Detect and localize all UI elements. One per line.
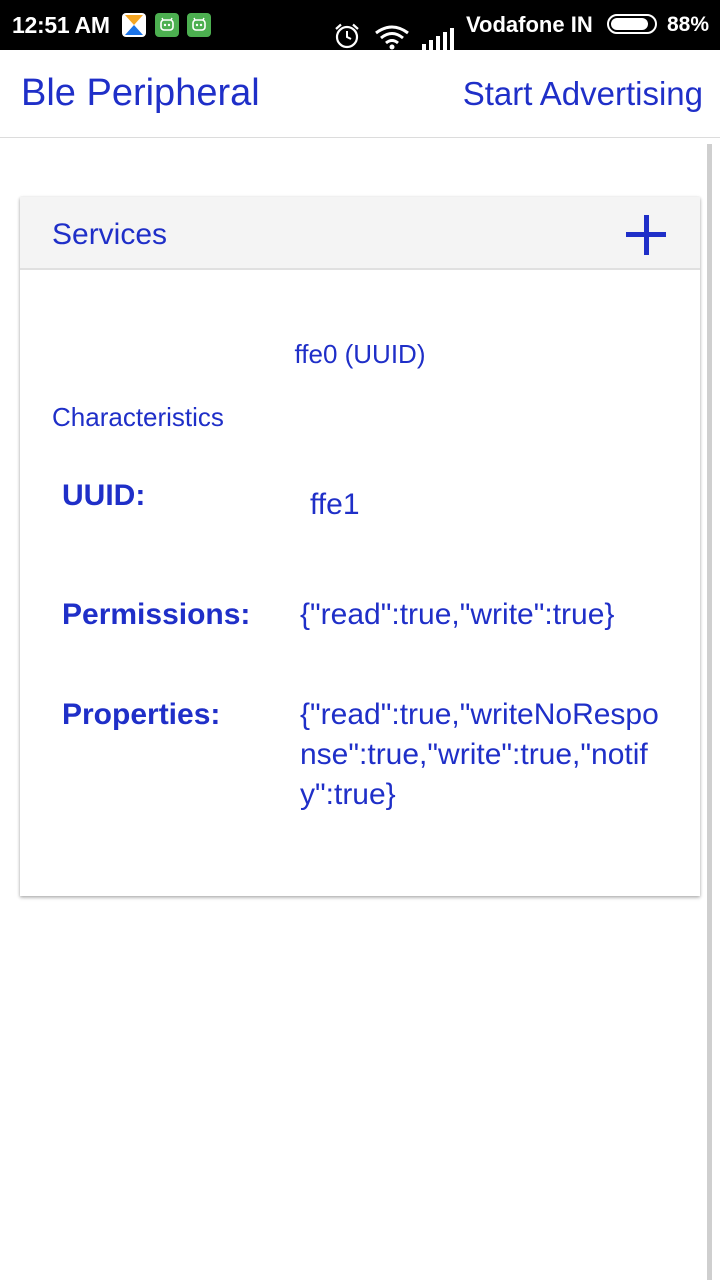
carrier-name: Vodafone IN [466, 12, 593, 37]
permissions-label: Permissions: [62, 598, 251, 631]
services-title: Services [52, 218, 168, 251]
android-notification-icon [155, 13, 179, 37]
properties-label: Properties: [62, 698, 221, 731]
properties-value: {"read":true,"writeNoResponse":true,"wri… [300, 698, 659, 811]
services-card: Services ffe0 (UUID) Characteristics UUI… [20, 197, 700, 896]
service-uuid: ffe0 (UUID) [294, 339, 426, 369]
plus-icon[interactable] [624, 213, 668, 257]
characteristics-heading: Characteristics [52, 402, 224, 432]
scrollbar[interactable] [707, 144, 712, 1280]
uuid-value: ffe1 [310, 488, 360, 521]
app-title: Ble Peripheral [21, 72, 260, 114]
status-bar: 12:51 AM Vodafone IN 88% [0, 0, 720, 50]
battery-percent: 88% [667, 13, 710, 36]
start-advertising-button[interactable]: Start Advertising [463, 75, 703, 113]
status-time: 12:51 AM [12, 12, 110, 38]
uuid-label: UUID: [62, 479, 146, 512]
notification-app-icon [122, 13, 146, 37]
services-card-header: Services [20, 197, 700, 270]
android-notification-icon [187, 13, 211, 37]
permissions-value: {"read":true,"write":true} [300, 598, 615, 631]
app-bar: Ble Peripheral Start Advertising [0, 50, 720, 138]
battery-icon [607, 14, 657, 34]
